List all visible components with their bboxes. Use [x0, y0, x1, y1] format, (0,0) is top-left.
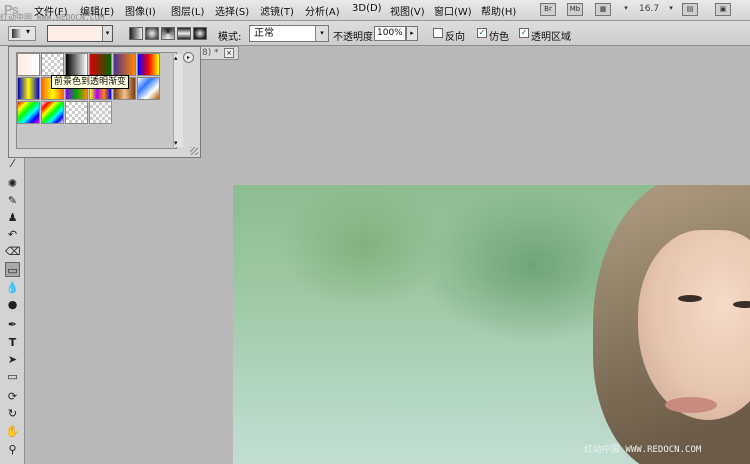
gradient-swatch-neutral-density[interactable]: [89, 101, 112, 124]
zoom-chevron-icon[interactable]: ▾: [663, 3, 679, 16]
gradient-dropdown-arrow-icon[interactable]: ▾: [102, 26, 112, 41]
pen-icon[interactable]: ✒: [5, 317, 20, 332]
blur-icon[interactable]: 💧: [5, 280, 20, 295]
dither-label: 仿色: [489, 32, 509, 43]
lips: [665, 397, 717, 413]
options-bar: ▾ ▾ 模式: 正常 ▾ 不透明度: 100% ▸ 反向 ✓ 仿色 ✓ 透明区域: [0, 21, 750, 46]
menu-image[interactable]: 图像(I): [125, 3, 156, 18]
opacity-input[interactable]: 100%: [374, 26, 406, 41]
photo-canvas[interactable]: [233, 185, 750, 464]
view-extras-icon[interactable]: ▦: [595, 3, 611, 16]
scroll-down-icon[interactable]: ▾: [174, 139, 178, 147]
gradient-swatch-transparent-rainbow[interactable]: [41, 101, 64, 124]
menu-filter[interactable]: 滤镜(T): [260, 3, 294, 18]
linear-gradient-button[interactable]: [129, 27, 143, 40]
eyedropper-icon[interactable]: ⁄: [5, 156, 20, 171]
scroll-up-icon[interactable]: ▴: [174, 54, 178, 62]
menu-view[interactable]: 视图(V): [390, 3, 425, 18]
transparency-label: 透明区域: [531, 32, 571, 43]
menu-analysis[interactable]: 分析(A): [305, 3, 340, 18]
gradient-swatch-spectrum[interactable]: [17, 101, 40, 124]
bridge-icon[interactable]: Br: [540, 3, 556, 16]
picker-menu-icon[interactable]: ▸: [183, 52, 194, 63]
gradient-swatch-transparent-stripes[interactable]: [65, 101, 88, 124]
3d-orbit-icon[interactable]: ↻: [5, 406, 20, 421]
gradient-swatch-foreground-to-transparent[interactable]: [41, 53, 64, 76]
menu-3d[interactable]: 3D(D): [352, 3, 382, 14]
watermark-bottom: 红动中国 WWW.REDOCN.COM: [584, 445, 702, 455]
menu-bar: Ps 红动中国 WWW.REDOCN.COM 文件(F) 编辑(E) 图像(I)…: [0, 0, 750, 22]
menu-select[interactable]: 选择(S): [215, 3, 249, 18]
chevron-down-icon[interactable]: ▾: [618, 3, 634, 16]
arrange-documents-icon[interactable]: ▤: [682, 3, 698, 16]
reflected-gradient-button[interactable]: [177, 27, 191, 40]
transparency-checkbox[interactable]: ✓: [519, 28, 529, 38]
zoom-level[interactable]: 16.7: [639, 4, 659, 14]
history-brush-icon[interactable]: ↶: [5, 227, 20, 242]
gradient-swatch-foreground-to-background[interactable]: [17, 53, 40, 76]
radial-gradient-button[interactable]: [145, 27, 159, 40]
screen-mode-icon[interactable]: ▣: [715, 3, 731, 16]
rectangle-icon[interactable]: ▭: [5, 369, 20, 384]
chevron-down-icon: ▾: [315, 26, 328, 41]
path-select-icon[interactable]: ➤: [5, 352, 20, 367]
menu-edit[interactable]: 编辑(E): [80, 3, 114, 18]
gradient-swatch-blue-yellow-blue[interactable]: [17, 77, 40, 100]
gradient-swatch-red-green[interactable]: [89, 53, 112, 76]
reverse-label: 反向: [445, 32, 465, 43]
gradient-tooltip: 前景色到透明渐变: [51, 75, 130, 89]
gradient-list: ▴ ▾: [16, 52, 183, 149]
menu-layer[interactable]: 图层(L): [171, 3, 204, 18]
resize-grip-icon[interactable]: [190, 147, 198, 155]
mini-bridge-icon[interactable]: Mb: [567, 3, 583, 16]
gradient-editor-swatch[interactable]: ▾: [47, 25, 113, 42]
gradient-swatch-black-white[interactable]: [65, 53, 88, 76]
gradient-tool-icon: [12, 29, 22, 38]
mode-select[interactable]: 正常 ▾: [249, 25, 329, 42]
menu-help[interactable]: 帮助(H): [481, 3, 516, 18]
chevron-down-icon: ▾: [26, 27, 31, 36]
diamond-gradient-button[interactable]: [193, 27, 207, 40]
eye-left: [678, 295, 702, 302]
spot-heal-icon[interactable]: ✺: [5, 176, 20, 191]
menu-window[interactable]: 窗口(W): [434, 3, 472, 18]
angle-gradient-button[interactable]: [161, 27, 175, 40]
hand-icon[interactable]: ✋: [5, 424, 20, 439]
gradient-swatch-blue-red-yellow[interactable]: [137, 53, 160, 76]
zoom-icon[interactable]: ⚲: [5, 442, 20, 457]
opacity-slider-arrow-icon[interactable]: ▸: [406, 26, 418, 41]
menu-file[interactable]: 文件(F): [34, 3, 68, 18]
mode-value: 正常: [254, 28, 274, 39]
dither-checkbox[interactable]: ✓: [477, 28, 487, 38]
reverse-checkbox[interactable]: [433, 28, 443, 38]
dodge-icon[interactable]: ●: [5, 297, 20, 312]
3d-rotate-icon[interactable]: ⟳: [5, 389, 20, 404]
opacity-label: 不透明度:: [333, 32, 377, 43]
clone-stamp-icon[interactable]: ♟: [5, 210, 20, 225]
close-icon[interactable]: ×: [224, 48, 234, 58]
mode-label: 模式:: [218, 32, 242, 43]
gradient-list-scrollbar[interactable]: ▴ ▾: [173, 54, 183, 147]
gradient-icon[interactable]: ▭: [5, 262, 20, 277]
gradient-picker-panel: ▴ ▾ ▸ 前景色到透明渐变: [8, 46, 201, 158]
gradient-swatch-chrome[interactable]: [137, 77, 160, 100]
tool-preset-picker[interactable]: ▾: [8, 26, 36, 41]
eye-right: [733, 301, 750, 308]
eraser-icon[interactable]: ⌫: [5, 244, 21, 259]
type-icon[interactable]: T: [5, 335, 20, 350]
brush-icon[interactable]: ✎: [5, 193, 20, 208]
gradient-swatch-violet-orange[interactable]: [113, 53, 136, 76]
